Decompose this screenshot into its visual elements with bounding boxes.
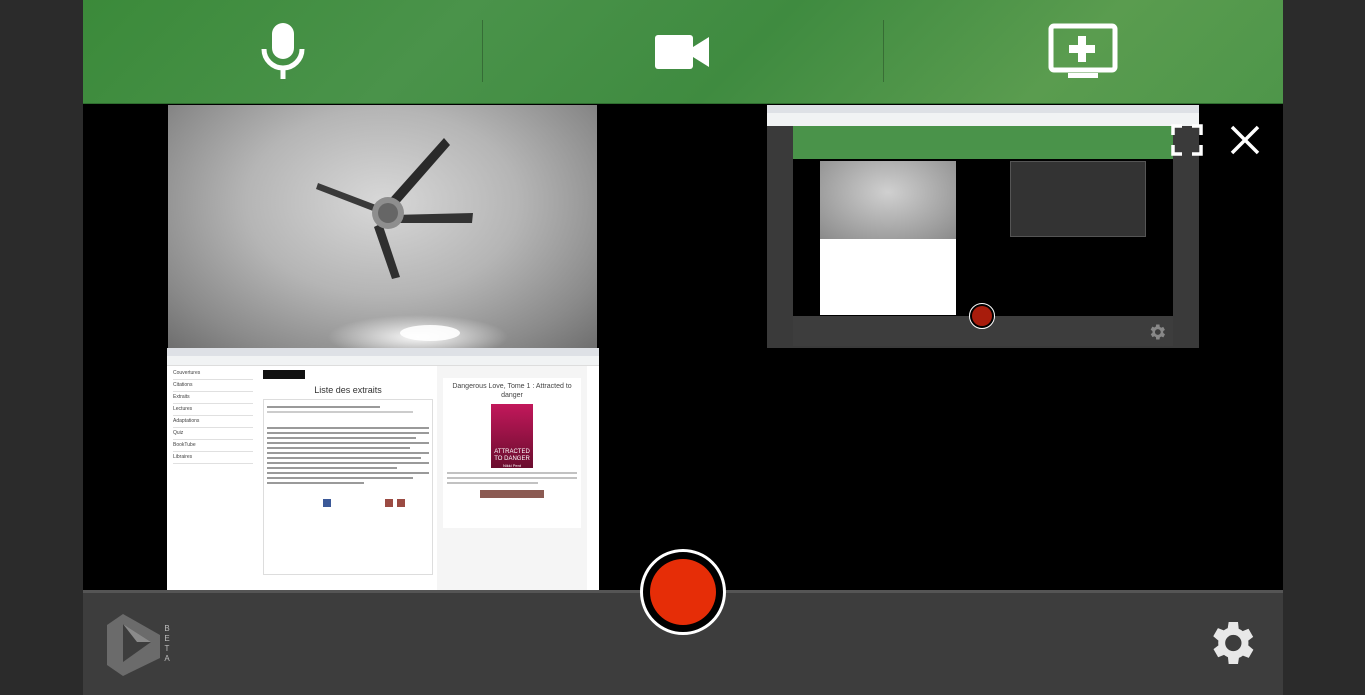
record-button[interactable] (640, 549, 726, 635)
cover-author: Nikki Pent (502, 463, 521, 468)
preview-gear-icon (1150, 324, 1165, 340)
fullscreen-button[interactable] (1169, 122, 1205, 158)
microphone-button[interactable] (83, 0, 482, 104)
captured-sidebar-item: Couvertures (173, 368, 253, 380)
book-action-button (480, 490, 544, 498)
page-title: Liste des extraits (314, 385, 382, 395)
beta-label: BETA (164, 624, 170, 663)
preview-toolbar (793, 126, 1173, 159)
captured-sidebar-item: BookTube (173, 440, 253, 452)
browser-tabs (167, 348, 599, 356)
settings-button[interactable] (1203, 615, 1259, 671)
captured-sidebar-item: Libraires (173, 452, 253, 464)
cover-title: ATTRACTED TO DANGER (494, 449, 530, 462)
captured-sidebar-item: Lectures (173, 404, 253, 416)
book-card: Dangerous Love, Tome 1 : Attracted to da… (437, 366, 587, 590)
captured-sidebar-item: Quiz (173, 428, 253, 440)
share-icon (397, 499, 405, 507)
close-icon (1230, 125, 1260, 155)
captured-sidebar-item: Adaptations (173, 416, 253, 428)
site-sidebar: Couvertures Citations Extraits Lectures Adap… (167, 366, 259, 590)
facebook-icon (323, 499, 331, 507)
microphone-icon (261, 23, 305, 79)
captured-sidebar-item: Extraits (173, 392, 253, 404)
browser-url-bar (167, 356, 599, 366)
extract-list: Liste des extraits (259, 366, 437, 590)
share-icon (385, 499, 393, 507)
screen-capture-feed: Couvertures Citations Extraits Lectures Adap… (167, 348, 599, 590)
captured-sidebar-item: Citations (173, 380, 253, 392)
recording-preview (767, 105, 1199, 348)
recorder-app: Couvertures Citations Extraits Lectures Adap… (83, 0, 1283, 695)
close-button[interactable] (1227, 122, 1263, 158)
video-camera-icon (654, 35, 709, 69)
camera-feed (168, 105, 597, 348)
camera-button[interactable] (483, 0, 882, 104)
record-icon (650, 559, 716, 625)
gear-icon (1213, 622, 1254, 664)
book-cover: ATTRACTED TO DANGER Nikki Pent (491, 404, 533, 468)
fullscreen-icon (1171, 124, 1203, 156)
book-title: Dangerous Love, Tome 1 : Attracted to da… (452, 383, 572, 399)
add-screen-icon (1048, 23, 1118, 78)
site-logo (263, 370, 305, 379)
source-toolbar (83, 0, 1283, 104)
screen-button[interactable] (884, 0, 1283, 104)
ceiling-fan-image (316, 138, 508, 348)
preview-record-button (969, 303, 995, 329)
